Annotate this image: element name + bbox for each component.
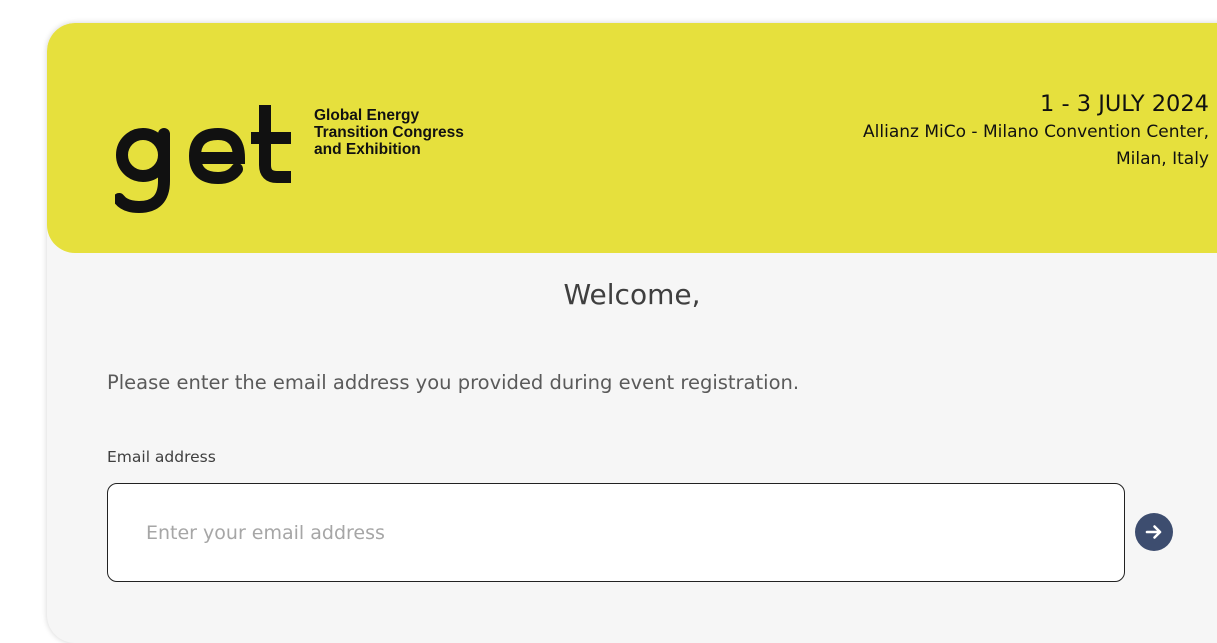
submit-button[interactable] (1135, 513, 1173, 551)
event-info: 1 - 3 JULY 2024 Allianz MiCo - Milano Co… (863, 89, 1209, 173)
event-venue: Allianz MiCo - Milano Convention Center, (863, 122, 1209, 142)
login-card: Global Energy Transition Congress and Ex… (47, 23, 1217, 643)
instructions-text: Please enter the email address you provi… (107, 371, 800, 394)
event-date: 1 - 3 JULY 2024 (1039, 91, 1209, 117)
email-label: Email address (107, 448, 216, 466)
logo-tagline: Global Energy Transition Congress and Ex… (314, 107, 464, 158)
get-logo (115, 105, 291, 214)
tagline-line: and Exhibition (314, 141, 421, 158)
tagline-line: Global Energy (314, 107, 420, 124)
arrow-right-circle-icon (1145, 525, 1162, 539)
tagline-line: Transition Congress (314, 124, 464, 141)
event-city: Milan, Italy (1116, 149, 1209, 169)
event-header: Global Energy Transition Congress and Ex… (47, 23, 1217, 253)
email-input[interactable] (107, 483, 1125, 582)
welcome-heading: Welcome, (563, 278, 701, 311)
